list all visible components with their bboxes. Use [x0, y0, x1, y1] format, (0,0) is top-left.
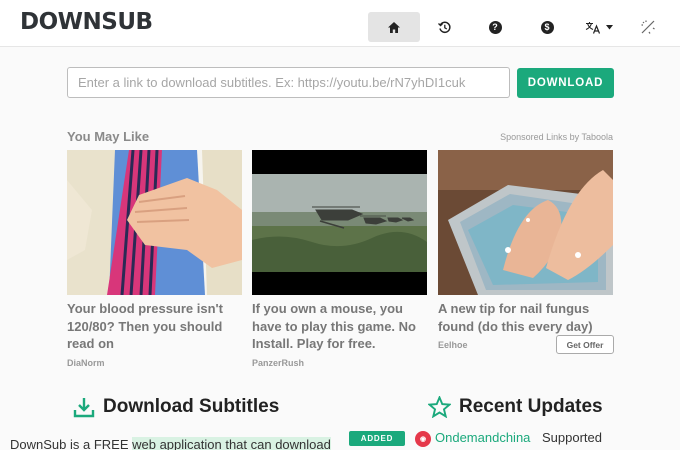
star-icon [428, 396, 451, 418]
site-link-ondemandchina[interactable]: Ondemandchina [435, 430, 530, 445]
download-button[interactable]: DOWNLOAD [517, 68, 614, 98]
ad-card-2[interactable]: If you own a mouse, you have to play thi… [252, 150, 427, 368]
nav-home-button[interactable] [368, 12, 420, 42]
ondemandchina-logo-icon: ◉ [415, 431, 431, 447]
language-select-button[interactable] [580, 12, 618, 42]
ad-title[interactable]: Your blood pressure isn't 120/80? Then y… [67, 300, 242, 353]
get-offer-button[interactable]: Get Offer [556, 335, 614, 354]
home-icon [388, 21, 400, 33]
ad-image-blood-pressure [67, 150, 242, 295]
history-icon [437, 21, 451, 33]
recent-updates-heading: Recent Updates [428, 396, 603, 418]
nav-history-button[interactable] [432, 12, 456, 42]
downsub-logo[interactable]: DOWNSUB [20, 9, 153, 35]
theme-toggle-button[interactable] [636, 12, 660, 42]
nav-donate-button[interactable]: $ [535, 12, 559, 42]
help-icon: ? [488, 20, 502, 34]
update-status-text: Supported [542, 430, 602, 445]
ad-card-3[interactable]: A new tip for nail fungus found (do this… [438, 150, 613, 350]
ad-title[interactable]: A new tip for nail fungus found (do this… [438, 300, 613, 335]
ad-image-helicopters [252, 150, 427, 295]
status-badge: ADDED [349, 431, 405, 446]
download-icon [73, 398, 95, 418]
ad-source: DiaNorm [67, 357, 105, 368]
description-text: DownSub is a FREE web application that c… [10, 437, 331, 450]
ad-image-foot-bath [438, 150, 613, 295]
download-subtitles-heading: Download Subtitles [73, 396, 279, 418]
header-bar: DOWNSUB ? $ [0, 0, 680, 47]
ad-source: PanzerRush [252, 357, 305, 368]
dollar-icon: $ [540, 20, 554, 34]
nav-help-button[interactable]: ? [483, 12, 507, 42]
ads-heading: You May Like [67, 129, 150, 144]
ad-card-1[interactable]: Your blood pressure isn't 120/80? Then y… [67, 150, 242, 368]
url-search-input[interactable] [67, 67, 510, 98]
ad-title[interactable]: If you own a mouse, you have to play thi… [252, 300, 427, 353]
sponsored-label[interactable]: Sponsored Links by Taboola [500, 132, 613, 142]
chevron-down-icon [606, 24, 613, 29]
translate-icon [585, 21, 601, 34]
theme-toggle-icon [641, 20, 655, 34]
